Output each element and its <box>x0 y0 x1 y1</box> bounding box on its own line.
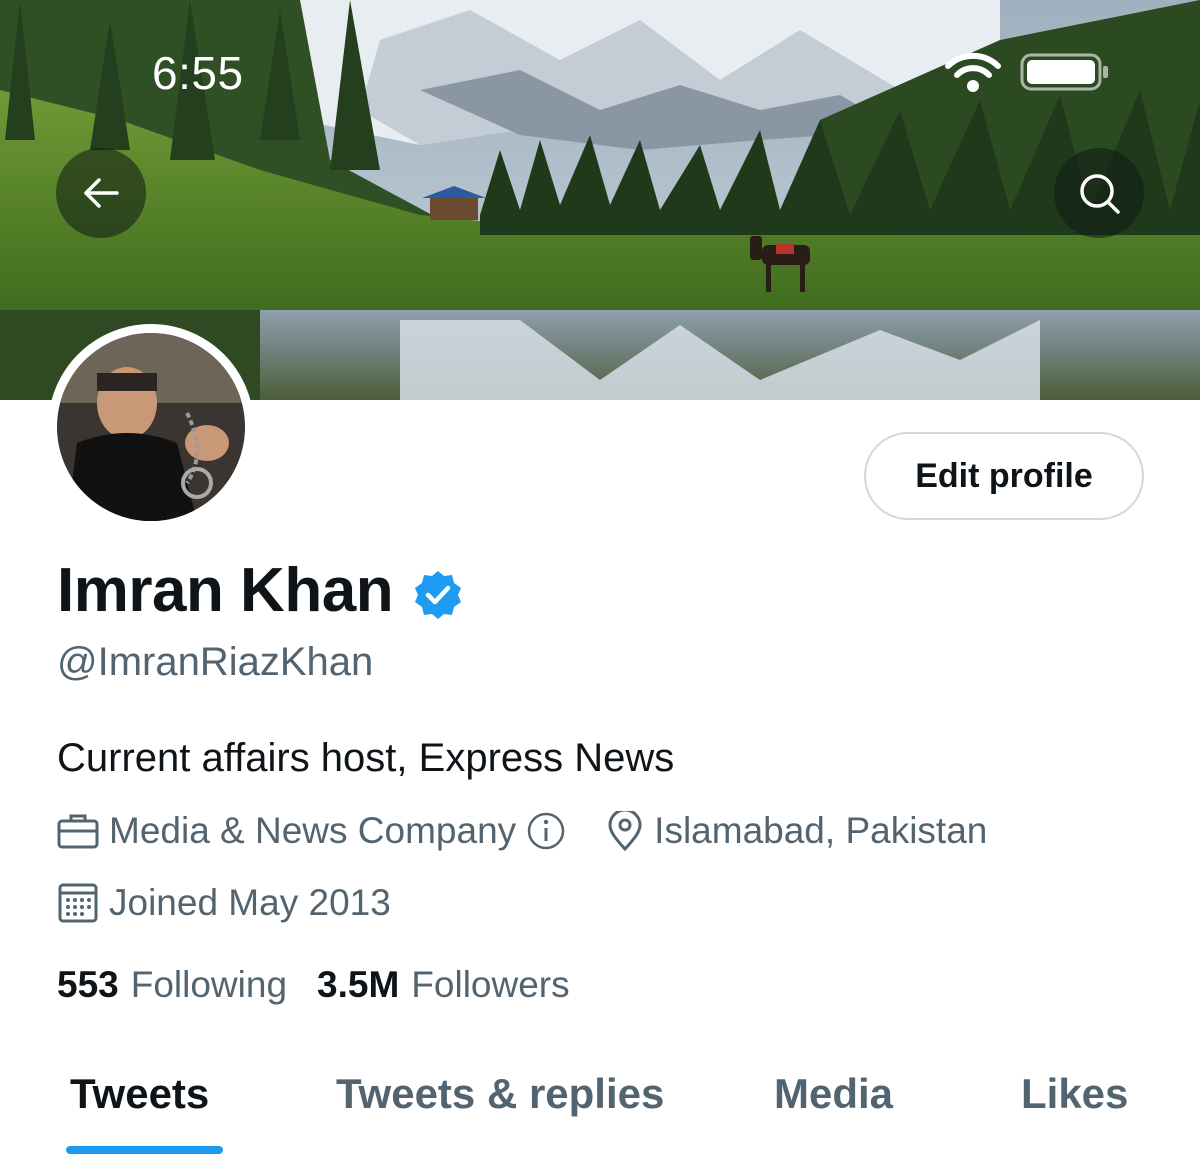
profile-joined-row: Joined May 2013 <box>57 882 391 924</box>
followers-count: 3.5M <box>317 964 400 1005</box>
back-button[interactable] <box>56 148 146 238</box>
location-pin-icon <box>608 811 642 851</box>
arrow-left-icon <box>84 178 119 208</box>
active-tab-indicator <box>66 1146 223 1154</box>
battery-icon <box>1020 53 1108 91</box>
search-icon <box>1080 174 1120 214</box>
profile-name: Imran Khan <box>57 556 394 625</box>
search-button[interactable] <box>1054 148 1144 238</box>
status-time: 6:55 <box>152 47 244 99</box>
followers-label: Followers <box>411 964 570 1005</box>
profile-tabs: Tweets Tweets & replies Media Likes <box>0 1060 1200 1155</box>
profile-category: Media & News Company <box>109 810 517 851</box>
info-icon[interactable] <box>526 811 566 851</box>
following-label: Following <box>130 964 288 1005</box>
following-link[interactable]: 553 Following <box>57 964 287 1006</box>
briefcase-icon <box>57 814 99 849</box>
tab-likes[interactable]: Likes <box>1021 1070 1128 1118</box>
wifi-icon <box>945 52 1001 92</box>
profile-location: Islamabad, Pakistan <box>654 810 988 851</box>
profile-stats: 553 Following 3.5M Followers <box>57 964 570 1006</box>
calendar-icon <box>58 883 98 923</box>
avatar-photo <box>57 333 245 521</box>
followers-link[interactable]: 3.5M Followers <box>317 964 570 1006</box>
profile-name-row: Imran Khan <box>57 555 463 626</box>
tab-tweets[interactable]: Tweets <box>70 1070 209 1118</box>
verified-badge-icon <box>415 570 462 619</box>
profile-handle: @ImranRiazKhan <box>57 640 374 684</box>
edit-profile-button[interactable]: Edit profile <box>864 432 1144 520</box>
tab-media[interactable]: Media <box>774 1070 893 1118</box>
profile-joined: Joined May 2013 <box>109 882 391 923</box>
following-count: 553 <box>57 964 119 1005</box>
profile-bio: Current affairs host, Express News <box>57 736 675 780</box>
avatar[interactable] <box>48 324 254 530</box>
profile-location-item: Islamabad, Pakistan <box>606 810 987 852</box>
tab-tweets-and-replies[interactable]: Tweets & replies <box>336 1070 664 1118</box>
profile-meta-row: Media & News Company Islamabad, Pakistan <box>57 810 987 852</box>
